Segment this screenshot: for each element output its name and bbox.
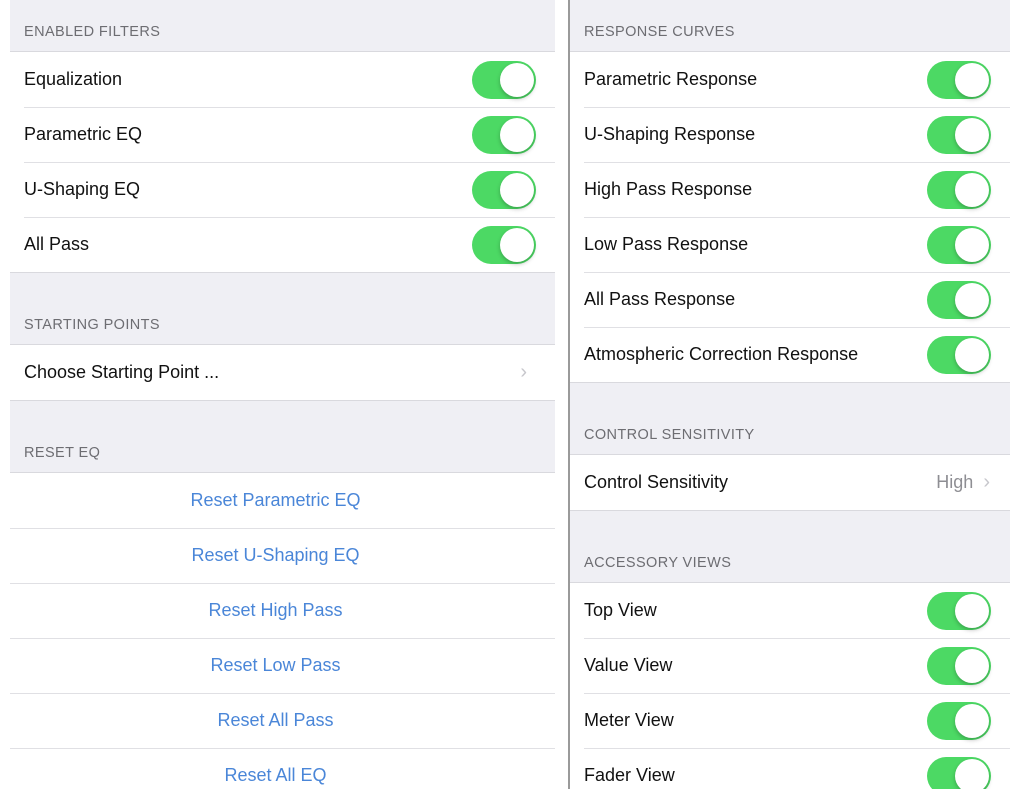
chevron-right-icon: › — [983, 471, 990, 493]
choose-starting-point-label: Choose Starting Point ... — [24, 362, 220, 382]
toggle-knob — [500, 62, 534, 97]
view-label: Meter View — [584, 710, 674, 730]
filter-row-parametric-eq: Parametric EQ — [10, 107, 555, 162]
reset-all-eq-button[interactable]: Reset All EQ — [10, 748, 555, 789]
reset-all-pass-button[interactable]: Reset All Pass — [10, 693, 555, 748]
top-view-toggle[interactable] — [927, 591, 991, 630]
response-row-high-pass: High Pass Response — [570, 162, 1010, 217]
toggle-knob — [955, 282, 989, 317]
toggle-knob — [955, 227, 989, 262]
response-row-parametric: Parametric Response — [570, 52, 1010, 107]
all-pass-response-toggle[interactable] — [927, 280, 991, 319]
control-sensitivity-group: Control Sensitivity High › — [570, 455, 1010, 511]
reset-high-pass-button[interactable]: Reset High Pass — [10, 583, 555, 638]
control-sensitivity-row[interactable]: Control Sensitivity High › — [570, 455, 1010, 510]
view-row-value: Value View — [570, 638, 1010, 693]
filter-row-equalization: Equalization — [10, 52, 555, 107]
starting-points-group: Choose Starting Point ... › — [10, 345, 555, 401]
toggle-knob — [955, 703, 989, 738]
response-label: Atmospheric Correction Response — [584, 344, 859, 364]
choose-starting-point-row[interactable]: Choose Starting Point ... › — [10, 345, 555, 400]
response-label: High Pass Response — [584, 179, 753, 199]
filter-label: Equalization — [24, 69, 123, 89]
equalization-toggle[interactable] — [472, 60, 536, 99]
meter-view-toggle[interactable] — [927, 701, 991, 740]
accessory-views-header: ACCESSORY VIEWS — [570, 511, 1010, 583]
reset-low-pass-button[interactable]: Reset Low Pass — [10, 638, 555, 693]
view-label: Top View — [584, 600, 657, 620]
response-curves-group: Parametric Response U-Shaping Response H… — [570, 52, 1010, 383]
filter-row-all-pass: All Pass — [10, 217, 555, 272]
reset-label: Reset All EQ — [224, 765, 327, 785]
toggle-knob — [955, 593, 989, 628]
response-label: Parametric Response — [584, 69, 758, 89]
chevron-right-icon: › — [520, 361, 527, 383]
control-sensitivity-value: High — [936, 472, 974, 492]
reset-eq-header: RESET EQ — [10, 401, 555, 473]
filter-label: U-Shaping EQ — [24, 179, 141, 199]
reset-parametric-eq-button[interactable]: Reset Parametric EQ — [10, 473, 555, 528]
response-row-all-pass: All Pass Response — [570, 272, 1010, 327]
control-sensitivity-label: Control Sensitivity — [584, 472, 729, 492]
reset-label: Reset Low Pass — [210, 655, 341, 675]
all-pass-toggle[interactable] — [472, 225, 536, 264]
accessory-views-group: Top View Value View Meter View Fader Vie… — [570, 583, 1010, 789]
toggle-knob — [955, 648, 989, 683]
toggle-knob — [955, 172, 989, 207]
response-label: All Pass Response — [584, 289, 736, 309]
toggle-knob — [955, 117, 989, 152]
control-sensitivity-header: CONTROL SENSITIVITY — [570, 383, 1010, 455]
toggle-knob — [500, 172, 534, 207]
reset-label: Reset Parametric EQ — [190, 490, 361, 510]
view-row-meter: Meter View — [570, 693, 1010, 748]
filter-label: Parametric EQ — [24, 124, 143, 144]
response-row-low-pass: Low Pass Response — [570, 217, 1010, 272]
left-settings-column: ENABLED FILTERS Equalization Parametric … — [10, 0, 555, 789]
value-view-toggle[interactable] — [927, 646, 991, 685]
u-shaping-response-toggle[interactable] — [927, 115, 991, 154]
response-label: Low Pass Response — [584, 234, 749, 254]
reset-label: Reset High Pass — [208, 600, 343, 620]
filter-row-u-shaping-eq: U-Shaping EQ — [10, 162, 555, 217]
toggle-knob — [500, 227, 534, 262]
toggle-knob — [955, 62, 989, 97]
view-row-fader: Fader View — [570, 748, 1010, 789]
high-pass-response-toggle[interactable] — [927, 170, 991, 209]
reset-label: Reset All Pass — [217, 710, 334, 730]
response-row-u-shaping: U-Shaping Response — [570, 107, 1010, 162]
atmospheric-correction-response-toggle[interactable] — [927, 335, 991, 374]
response-curves-header: RESPONSE CURVES — [570, 0, 1010, 52]
enabled-filters-group: Equalization Parametric EQ U-Shaping EQ … — [10, 52, 555, 273]
view-row-top: Top View — [570, 583, 1010, 638]
response-label: U-Shaping Response — [584, 124, 756, 144]
fader-view-toggle[interactable] — [927, 756, 991, 789]
right-settings-column: RESPONSE CURVES Parametric Response U-Sh… — [570, 0, 1010, 789]
toggle-knob — [955, 337, 989, 372]
enabled-filters-header: ENABLED FILTERS — [10, 0, 555, 52]
parametric-eq-toggle[interactable] — [472, 115, 536, 154]
toggle-knob — [955, 758, 989, 789]
view-label: Fader View — [584, 765, 675, 785]
starting-points-header: STARTING POINTS — [10, 273, 555, 345]
reset-eq-group: Reset Parametric EQ Reset U-Shaping EQ R… — [10, 473, 555, 789]
view-label: Value View — [584, 655, 673, 675]
u-shaping-eq-toggle[interactable] — [472, 170, 536, 209]
response-row-atmospheric-correction: Atmospheric Correction Response — [570, 327, 1010, 382]
parametric-response-toggle[interactable] — [927, 60, 991, 99]
reset-label: Reset U-Shaping EQ — [191, 545, 360, 565]
low-pass-response-toggle[interactable] — [927, 225, 991, 264]
reset-u-shaping-eq-button[interactable]: Reset U-Shaping EQ — [10, 528, 555, 583]
filter-label: All Pass — [24, 234, 90, 254]
toggle-knob — [500, 117, 534, 152]
